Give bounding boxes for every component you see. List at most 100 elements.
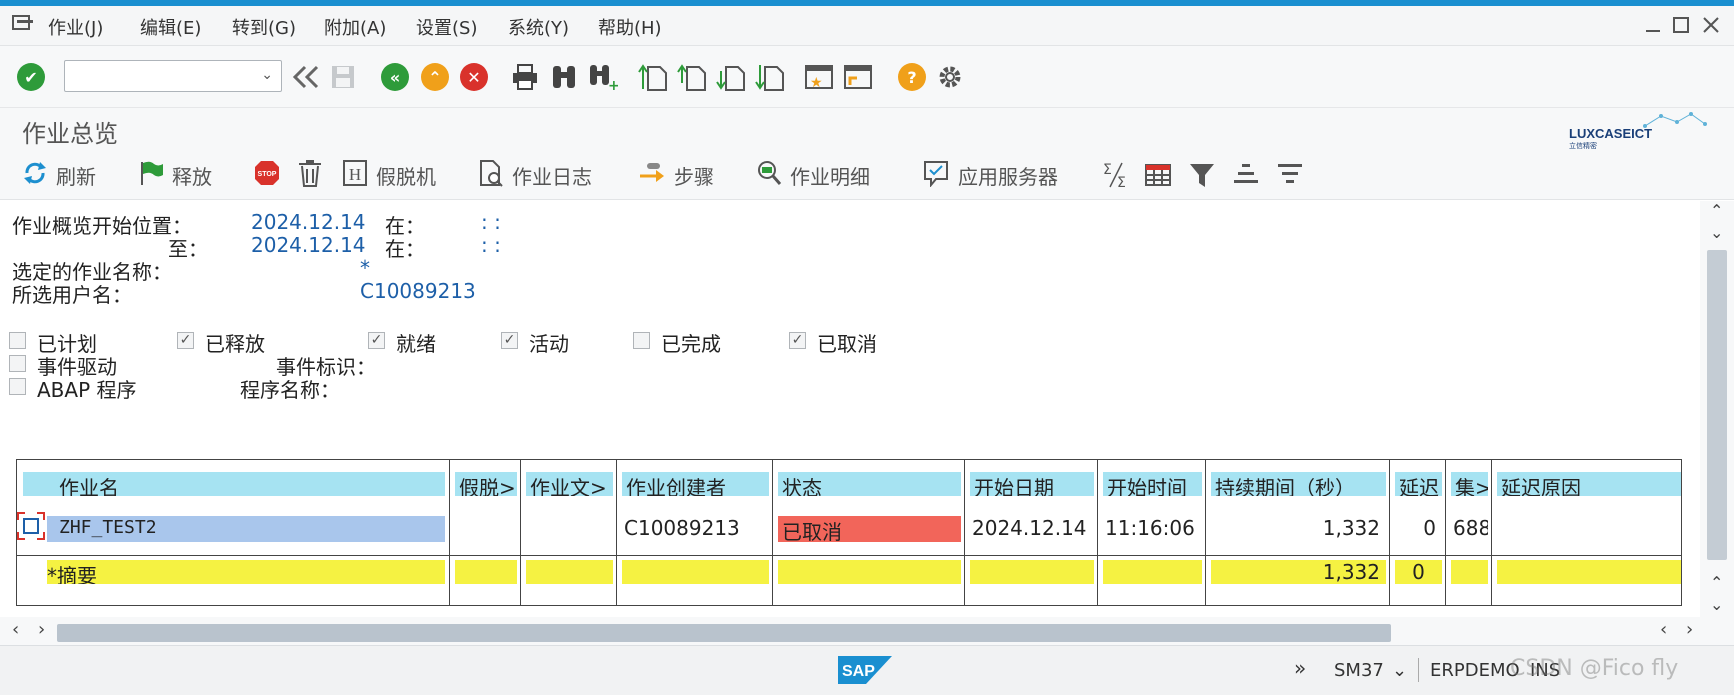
menu-item-goto[interactable]: 转到(G) [232,14,296,40]
header-set[interactable]: 集> [1451,472,1488,496]
refresh-button[interactable]: 刷新 [22,160,96,190]
scroll-up-icon[interactable]: ⌃ [1710,201,1723,220]
menu-item-extras[interactable]: 附加(A) [324,14,386,40]
scroll-far-left-icon[interactable]: ‹ [1660,619,1667,640]
menu-item-settings[interactable]: 设置(S) [416,14,477,40]
end-at-label: 在： [385,237,425,261]
find-next-icon[interactable]: + [588,62,618,92]
menu-item-help[interactable]: 帮助(H) [598,14,662,40]
cell-job-doc[interactable] [526,516,613,542]
job-name-filter-value: * [360,256,370,280]
previous-page-icon[interactable] [677,62,707,92]
cell-duration[interactable]: 1,332 [1211,516,1386,542]
header-job-name[interactable]: 作业名 [23,472,445,496]
stop-button[interactable]: STOP [253,160,281,190]
cell-job-name[interactable]: ZHF_TEST2 [47,516,445,542]
spool-button[interactable]: H 假脱机 [342,159,436,192]
chevron-down-icon[interactable]: ⌄ [261,67,273,83]
checkbox-active[interactable]: ✓ [501,332,518,349]
checkbox-abap-program[interactable] [9,378,26,395]
flag-icon [138,160,164,191]
user-filter-label: 所选用户名： [12,283,132,307]
cell-creator[interactable]: C10089213 [622,516,769,542]
layout-icon[interactable] [1144,160,1172,190]
cell-set[interactable]: 688 [1451,516,1488,542]
save-icon[interactable] [328,62,358,92]
cell-start-date[interactable]: 2024.12.14 [970,516,1094,542]
create-session-icon[interactable]: ★ [804,62,834,92]
horizontal-scroll-thumb[interactable] [57,624,1391,642]
app-server-button[interactable]: 应用服务器 [922,160,1058,190]
header-creator[interactable]: 作业创建者 [622,472,769,496]
sort-descending-icon[interactable] [1276,160,1304,190]
sum-icon[interactable]: ΣΣ [1102,160,1130,190]
cell-delay-reason[interactable] [1497,516,1681,542]
back-icon[interactable]: « [380,62,410,92]
svg-text:STOP: STOP [258,171,277,178]
checkbox-planned[interactable] [9,332,26,349]
back-double-icon[interactable] [290,62,320,92]
spool-icon: H [342,159,368,192]
vertical-scroll-thumb[interactable] [1707,250,1727,560]
cell-spool[interactable] [455,516,517,542]
cell-status[interactable]: 已取消 [778,516,961,542]
exit-icon[interactable]: ⌃ [420,62,450,92]
scroll-right-icon[interactable]: › [38,619,45,640]
menu-item-system[interactable]: 系统(Y) [508,14,569,40]
cell-delay[interactable]: 0 [1395,516,1442,542]
maximize-icon[interactable] [1672,16,1690,39]
expand-status-icon[interactable]: » [1294,656,1306,680]
checkbox-cancelled-label: 已取消 [817,332,877,356]
filter-icon[interactable] [1188,160,1216,190]
header-start-time[interactable]: 开始时间 [1103,472,1202,496]
svg-text:SAP: SAP [842,663,875,680]
enter-icon[interactable]: ✔ [16,62,46,92]
scroll-down-icon[interactable]: ⌄ [1710,223,1723,242]
header-start-date[interactable]: 开始日期 [970,472,1094,496]
checkbox-cancelled[interactable]: ✓ [789,332,806,349]
delete-button[interactable] [297,159,323,190]
first-page-icon[interactable] [638,62,668,92]
checkbox-ready[interactable]: ✓ [368,332,385,349]
checkbox-finished[interactable] [633,332,650,349]
scroll-page-up-icon[interactable]: ⌃ [1710,573,1723,592]
menu-item-edit[interactable]: 编辑(E) [140,14,201,40]
menu-icon[interactable] [12,13,34,38]
svg-text:Σ: Σ [1103,162,1112,178]
shortcut-icon[interactable] [843,62,873,92]
header-spool[interactable]: 假脱> [455,472,517,496]
scroll-left-icon[interactable]: ‹ [12,619,19,640]
next-page-icon[interactable] [716,62,746,92]
svg-text:★: ★ [810,75,823,91]
last-page-icon[interactable] [755,62,785,92]
cell-start-time[interactable]: 11:16:06 [1103,516,1202,542]
settings-icon[interactable] [935,62,965,92]
header-duration[interactable]: 持续期间（秒） [1211,472,1386,496]
transaction-dropdown-icon[interactable]: ⌄ [1392,660,1407,681]
find-icon[interactable] [549,62,579,92]
sort-ascending-icon[interactable] [1232,160,1260,190]
header-delay[interactable]: 延迟 [1395,472,1442,496]
job-details-button[interactable]: 作业明细 [756,160,870,190]
summary-duration: 1,332 [1211,560,1386,584]
step-icon [638,160,666,191]
header-delay-reason[interactable]: 延迟原因 [1497,472,1681,496]
checkbox-event-driven[interactable] [9,355,26,372]
transaction-code[interactable]: SM37 [1334,660,1384,681]
menu-item-job[interactable]: 作业(J) [48,14,103,40]
help-icon[interactable]: ? [897,62,927,92]
step-button[interactable]: 步骤 [638,160,714,190]
print-icon[interactable] [510,62,540,92]
minimize-icon[interactable] [1644,16,1662,39]
command-field[interactable]: ⌄ [64,60,282,92]
cancel-icon[interactable]: ✕ [459,62,489,92]
header-status[interactable]: 状态 [778,472,961,496]
header-job-doc[interactable]: 作业文> [526,472,613,496]
scroll-page-down-icon[interactable]: ⌄ [1710,595,1723,614]
close-icon[interactable] [1702,16,1720,39]
job-log-button[interactable]: 作业日志 [478,159,592,190]
checkbox-released[interactable]: ✓ [177,332,194,349]
release-button[interactable]: 释放 [138,160,212,190]
scroll-far-right-icon[interactable]: › [1686,619,1693,640]
row-select-checkbox[interactable] [17,512,45,540]
